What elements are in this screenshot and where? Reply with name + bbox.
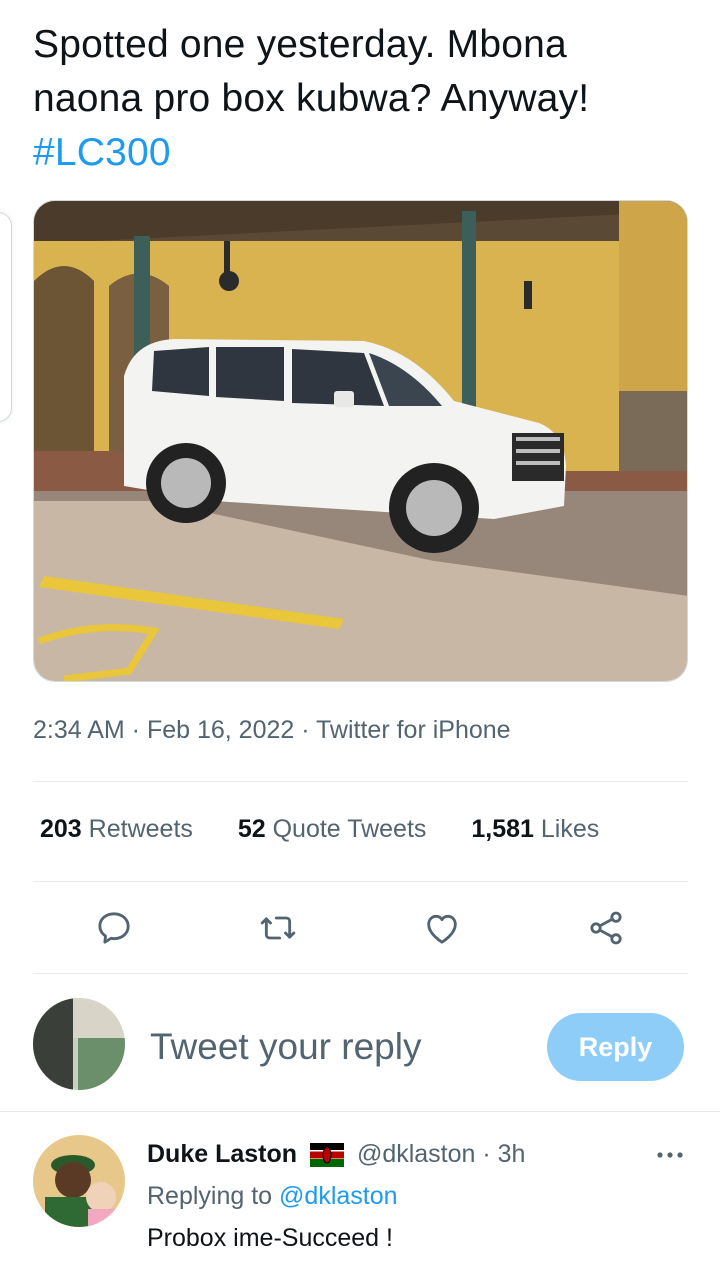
current-user-avatar[interactable] [33,998,125,1090]
comment-text: Probox ime-Succeed ! [147,1224,393,1252]
quote-tweets-stat[interactable]: 52 Quote Tweets [238,815,427,844]
replying-to: Replying to @dklaston [147,1182,398,1211]
tweet-action-bar [0,908,720,950]
kenya-flag-icon [309,1143,344,1168]
heart-icon[interactable] [422,908,462,948]
replying-to-prefix: Replying to [147,1182,273,1210]
tweet-timestamp[interactable]: 2:34 AM · Feb 16, 2022 · Twitter for iPh… [33,716,511,745]
tweet-text-line1: Spotted one yesterday. Mbona [33,23,567,66]
quote-tweets-label: Quote Tweets [272,815,427,843]
quote-tweets-count: 52 [237,815,266,843]
reply-icon[interactable] [94,908,134,948]
tweet-text: Spotted one yesterday. Mbona naona pro b… [33,18,693,180]
likes-count: 1,581 [471,815,534,843]
divider [33,881,688,882]
commenter-handle-time[interactable]: @dklaston · 3h [357,1140,526,1168]
hashtag-link[interactable]: #LC300 [33,126,693,180]
divider [33,973,688,974]
comment-header: Duke Laston @dklaston · 3h [147,1140,525,1169]
tweet-stats: 203 Retweets 52 Quote Tweets 1,581 Likes [40,815,637,844]
tweet-photo[interactable] [33,200,688,682]
more-options-icon[interactable] [654,1145,686,1165]
commenter-name[interactable]: Duke Laston [147,1140,297,1168]
car-photo-illustration [34,201,687,681]
reply-input[interactable]: Tweet your reply [150,1026,421,1068]
likes-label: Likes [540,815,600,843]
retweet-icon[interactable] [258,908,298,948]
share-icon[interactable] [586,908,626,948]
reply-button[interactable]: Reply [547,1013,684,1081]
retweets-stat[interactable]: 203 Retweets [40,815,193,844]
tweet-text-line2: naona pro box kubwa? Anyway! [33,77,590,120]
divider [33,781,688,782]
replying-to-handle-link[interactable]: @dklaston [279,1182,398,1210]
likes-stat[interactable]: 1,581 Likes [471,815,599,844]
adjacent-card-edge [0,212,12,422]
retweets-label: Retweets [88,815,193,843]
retweets-count: 203 [40,815,82,843]
commenter-avatar[interactable] [33,1135,125,1227]
divider [0,1111,720,1112]
